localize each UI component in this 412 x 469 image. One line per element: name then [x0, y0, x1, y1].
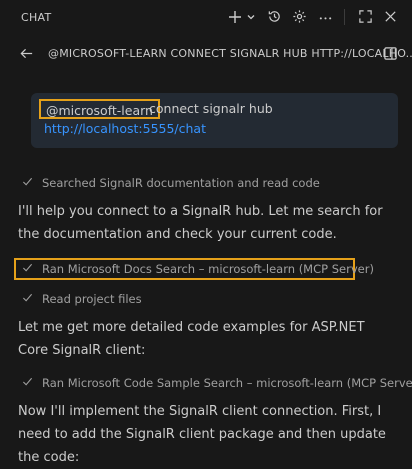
step-label: Read project files [42, 292, 142, 306]
chat-header: CHAT [0, 0, 412, 34]
response-paragraph: Let me get more detailed code examples f… [18, 320, 365, 358]
split-layout-icon[interactable] [383, 46, 398, 61]
close-icon[interactable] [383, 9, 398, 24]
tool-call-step[interactable]: Ran Microsoft Code Sample Search – micro… [22, 376, 412, 390]
progress-step[interactable]: Searched SignalR documentation and read … [22, 176, 320, 190]
step-label: Ran Microsoft Docs Search – microsoft-le… [42, 262, 374, 276]
gear-icon[interactable] [292, 9, 307, 24]
progress-step[interactable]: Read project files [22, 292, 142, 306]
tool-call-step[interactable]: Ran Microsoft Docs Search – microsoft-le… [22, 262, 374, 276]
step-label: Searched SignalR documentation and read … [42, 176, 320, 190]
maximize-icon[interactable] [358, 9, 373, 24]
arrow-left-icon[interactable] [19, 46, 34, 61]
step-label: Ran Microsoft Code Sample Search – micro… [42, 376, 412, 390]
check-icon [22, 176, 34, 190]
agent-mention: @microsoft-learn [39, 99, 160, 119]
response-paragraph: Now I'll implement the SignalR client co… [18, 404, 386, 465]
check-icon [22, 262, 34, 276]
more-icon[interactable] [318, 9, 333, 24]
conversation-header: @MICROSOFT-LEARN CONNECT SIGNALR HUB HTT… [0, 38, 412, 68]
separator [344, 9, 345, 25]
request-link[interactable]: http://localhost:5555/chat [44, 121, 206, 136]
history-icon[interactable] [267, 9, 282, 24]
chevron-down-icon[interactable] [246, 12, 256, 22]
check-icon [22, 292, 34, 306]
panel-title: CHAT [21, 11, 52, 24]
plus-icon[interactable] [228, 10, 242, 24]
check-icon [22, 376, 34, 390]
request-text: connect signalr hub [149, 101, 273, 116]
response-paragraph: I'll help you connect to a SignalR hub. … [18, 204, 383, 242]
conversation-title: @MICROSOFT-LEARN CONNECT SIGNALR HUB HTT… [48, 47, 412, 60]
